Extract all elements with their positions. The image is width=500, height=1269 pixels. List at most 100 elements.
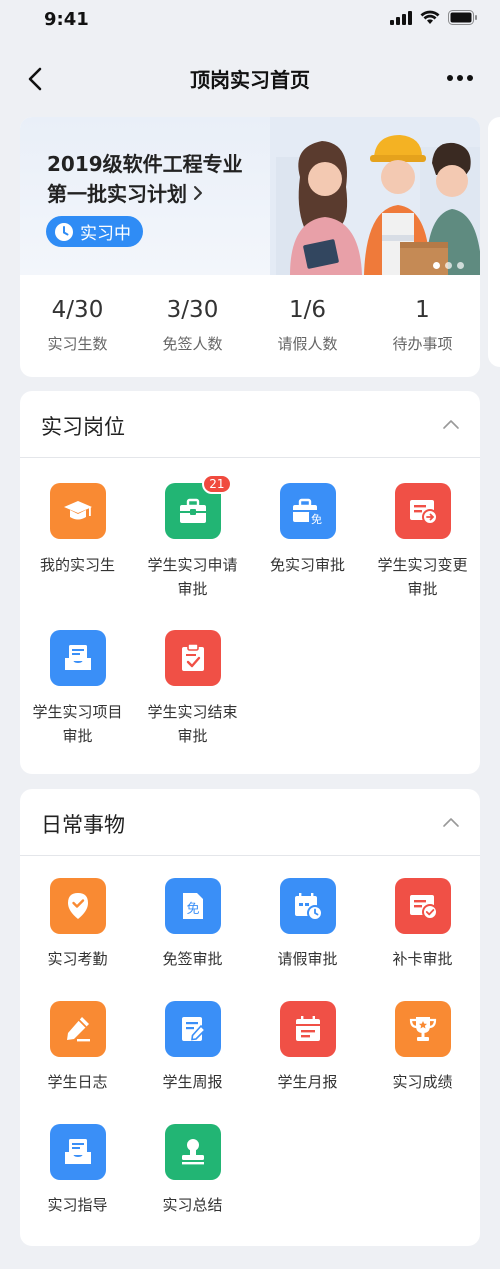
plan-title-line1: 2019级软件工程专业 (47, 152, 243, 176)
plan-stats: 4/30 实习生数 3/30 免签人数 1/6 请假人数 1 待办事项 (20, 275, 480, 377)
chevron-right-icon (194, 186, 202, 200)
plan-title[interactable]: 2019级软件工程专业 第一批实习计划 (47, 149, 307, 209)
weekly-report-button[interactable]: 学生周报 (135, 980, 250, 1103)
daily-section: 日常事物 实习考勤 免 免签审批 请假审批 补卡审批 学生日志 学生周报 学生月… (20, 789, 480, 1246)
post-section-header[interactable]: 实习岗位 (20, 391, 480, 458)
location-pin-icon (67, 893, 88, 919)
stat-label: 免签人数 (162, 335, 223, 353)
internship-application-approval-button[interactable]: 21 学生实习申请审批 (135, 459, 250, 606)
icon-tile (164, 630, 221, 686)
card-check-icon (409, 895, 438, 920)
internship-end-approval-button[interactable]: 学生实习结束审批 (135, 606, 250, 753)
notification-badge: 21 (202, 474, 232, 494)
daily-section-header[interactable]: 日常事物 (20, 789, 480, 856)
stat-label: 待办事项 (392, 335, 453, 353)
section-title: 实习岗位 (41, 415, 125, 439)
tile-label: 我的实习生 (39, 556, 115, 574)
stat-label: 请假人数 (277, 335, 338, 353)
tile-label: 实习成绩 (392, 1073, 453, 1091)
svg-text:免: 免 (311, 512, 322, 526)
next-plan-card-peek[interactable] (488, 117, 500, 367)
calendar-clock-icon (294, 893, 323, 921)
stat-exempt[interactable]: 3/30 免签人数 (135, 275, 250, 377)
chevron-up-icon[interactable] (442, 816, 460, 828)
tile-label: 实习指导 (47, 1196, 108, 1214)
icon-tile: 免 (279, 483, 336, 539)
icon-tile (164, 1001, 221, 1057)
trophy-icon (409, 1017, 436, 1041)
icon-tile (49, 483, 106, 539)
carousel-dots (433, 262, 464, 269)
status-bar: 9:41 (0, 0, 500, 40)
interns-illustration (270, 117, 480, 275)
icon-tile (394, 878, 451, 934)
carousel-dot[interactable] (457, 262, 464, 269)
status-badge-label: 实习中 (80, 224, 131, 244)
stat-value: 1 (415, 297, 430, 323)
page-title: 顶岗实习首页 (190, 68, 310, 92)
icon-tile (49, 1124, 106, 1180)
icon-tile (394, 483, 451, 539)
stat-interns[interactable]: 4/30 实习生数 (20, 275, 135, 377)
attendance-button[interactable]: 实习考勤 (20, 857, 135, 980)
tile-label: 学生实习项目审批 (32, 703, 123, 745)
carousel-dot[interactable] (433, 262, 440, 269)
icon-tile (164, 1124, 221, 1180)
clock-icon (55, 222, 73, 241)
post-section: 实习岗位 我的实习生 21 学生实习申请审批 免 免实习审批 学生实习变更审批 … (20, 391, 480, 774)
icon-tile (49, 878, 106, 934)
my-interns-button[interactable]: 我的实习生 (20, 459, 135, 606)
tile-label: 实习考勤 (47, 950, 108, 968)
card-makeup-approval-button[interactable]: 补卡审批 (365, 857, 480, 980)
stat-value: 4/30 (51, 297, 104, 323)
tile-label: 学生月报 (277, 1073, 338, 1091)
internship-guidance-button[interactable]: 实习指导 (20, 1103, 135, 1226)
navigation-bar: 顶岗实习首页 (0, 50, 500, 106)
graduation-cap-icon (63, 501, 92, 520)
tile-label: 请假审批 (277, 950, 338, 968)
tile-label: 免实习审批 (269, 556, 345, 574)
tile-label: 学生实习申请审批 (147, 556, 238, 598)
sign-exempt-approval-button[interactable]: 免 免签审批 (135, 857, 250, 980)
status-badge: 实习中 (46, 216, 143, 247)
section-title: 日常事物 (41, 813, 125, 837)
icon-tile: 21 (164, 474, 232, 539)
icon-tile (279, 1001, 336, 1057)
status-icons (390, 10, 478, 25)
stat-label: 实习生数 (47, 335, 108, 353)
battery-icon (448, 10, 477, 25)
post-grid: 我的实习生 21 学生实习申请审批 免 免实习审批 学生实习变更审批 学生实习项… (20, 459, 480, 753)
internship-plan-card: 2019级软件工程专业 第一批实习计划 实习中 4/30 实习生数 3/30 免… (20, 117, 480, 377)
leave-approval-button[interactable]: 请假审批 (250, 857, 365, 980)
carousel-dot[interactable] (445, 262, 452, 269)
stat-todo[interactable]: 1 待办事项 (365, 275, 480, 377)
icon-tile: 免 (164, 878, 221, 934)
svg-text:免: 免 (186, 902, 199, 917)
internship-grades-button[interactable]: 实习成绩 (365, 980, 480, 1103)
tile-label: 实习总结 (162, 1196, 223, 1214)
tile-label: 学生日志 (47, 1073, 108, 1091)
student-log-button[interactable]: 学生日志 (20, 980, 135, 1103)
tile-label: 学生实习变更审批 (377, 556, 468, 598)
internship-project-approval-button[interactable]: 学生实习项目审批 (20, 606, 135, 753)
plan-banner[interactable]: 2019级软件工程专业 第一批实习计划 实习中 (20, 117, 480, 275)
status-time: 9:41 (44, 9, 89, 30)
exempt-document-icon: 免 (182, 893, 203, 919)
icon-tile (49, 1001, 106, 1057)
icon-tile (49, 630, 106, 686)
inbox-document-icon (64, 1139, 91, 1164)
internship-change-approval-button[interactable]: 学生实习变更审批 (365, 459, 480, 606)
internship-exemption-approval-button[interactable]: 免 免实习审批 (250, 459, 365, 606)
signal-icon (390, 10, 412, 25)
icon-tile (394, 1001, 451, 1057)
stamp-icon (181, 1139, 204, 1165)
clipboard-check-icon (181, 643, 204, 671)
icon-tile (279, 878, 336, 934)
internship-summary-button[interactable]: 实习总结 (135, 1103, 250, 1226)
monthly-report-button[interactable]: 学生月报 (250, 980, 365, 1103)
chevron-up-icon[interactable] (442, 418, 460, 430)
more-options-icon[interactable] (446, 68, 474, 88)
edit-document-icon (181, 1017, 206, 1041)
tile-label: 补卡审批 (392, 950, 453, 968)
stat-leave[interactable]: 1/6 请假人数 (250, 275, 365, 377)
